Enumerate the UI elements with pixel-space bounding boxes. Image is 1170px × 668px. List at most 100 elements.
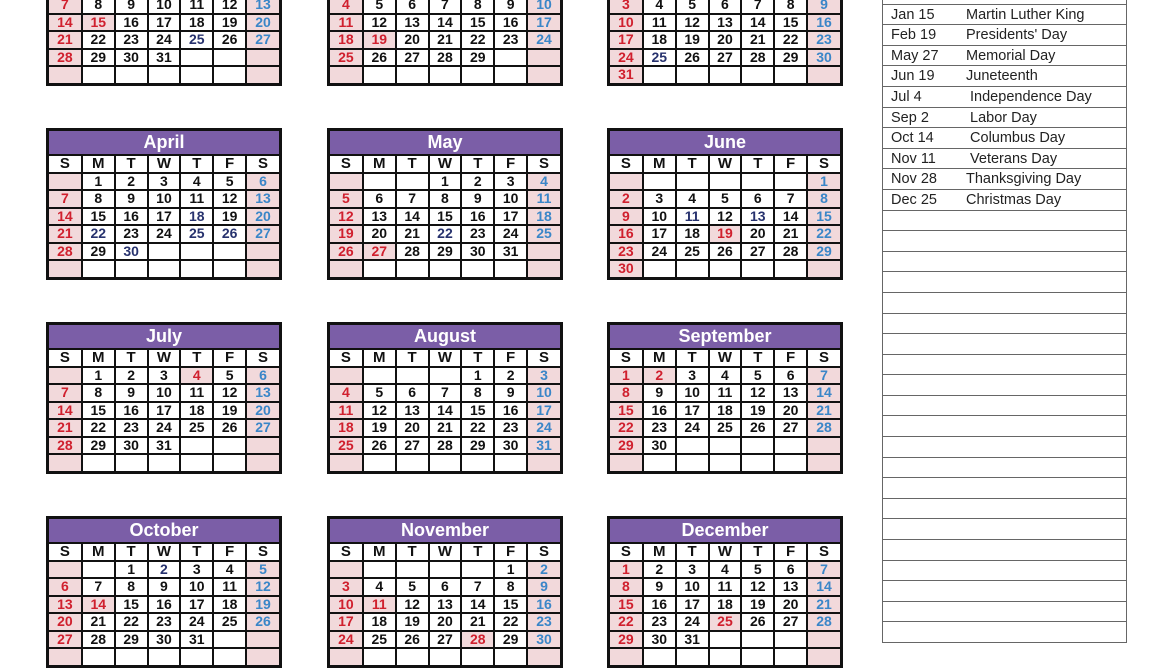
day-cell: 3 xyxy=(641,189,677,209)
empty-cell xyxy=(361,559,397,579)
empty-cell xyxy=(674,453,710,471)
day-cell: 12 xyxy=(245,577,279,597)
day-cell: 24 xyxy=(146,30,182,50)
weekday-header: S xyxy=(806,544,840,562)
weekday-header: W xyxy=(427,156,463,174)
weekday-header: T xyxy=(394,156,430,174)
weekday-header: F xyxy=(212,350,248,368)
empty-cell xyxy=(460,259,496,277)
weekday-header: S xyxy=(49,350,83,368)
month-title: April xyxy=(49,131,279,156)
empty-cell xyxy=(610,171,644,191)
empty-cell xyxy=(212,629,248,649)
holiday-row xyxy=(883,231,1126,252)
holiday-row xyxy=(883,561,1126,582)
weekday-header: S xyxy=(49,156,83,174)
day-cell: 4 xyxy=(179,171,215,191)
day-cell: 5 xyxy=(212,365,248,385)
day-cell: 23 xyxy=(460,224,496,244)
empty-cell xyxy=(113,259,149,277)
holiday-date: Nov 28 xyxy=(891,171,937,188)
empty-cell xyxy=(641,65,677,83)
day-cell: 18 xyxy=(707,400,743,420)
day-cell: 21 xyxy=(80,612,116,632)
empty-cell xyxy=(113,647,149,665)
day-cell: 18 xyxy=(674,224,710,244)
day-cell: 20 xyxy=(773,594,809,614)
day-cell: 22 xyxy=(773,30,809,50)
weekday-header: M xyxy=(641,350,677,368)
month-title: December xyxy=(610,519,840,544)
holiday-name: Thanksgiving Day xyxy=(966,171,1082,188)
day-cell: 23 xyxy=(113,418,149,438)
holiday-name: Veterans Day xyxy=(966,150,1058,167)
day-cell: 30 xyxy=(146,629,182,649)
empty-cell xyxy=(394,171,430,191)
weekday-header: T xyxy=(674,544,710,562)
day-cell: 8 xyxy=(80,0,116,15)
day-cell: 14 xyxy=(49,400,83,420)
empty-cell xyxy=(610,453,644,471)
holiday-row xyxy=(883,499,1126,520)
day-cell: 11 xyxy=(179,0,215,15)
empty-cell xyxy=(460,65,496,83)
day-cell: 23 xyxy=(641,612,677,632)
empty-cell xyxy=(773,171,809,191)
empty-cell xyxy=(49,259,83,277)
weekday-header: T xyxy=(740,156,776,174)
empty-cell xyxy=(526,647,560,665)
weekday-header: S xyxy=(330,544,364,562)
day-cell: 15 xyxy=(80,206,116,226)
day-cell: 9 xyxy=(610,206,644,226)
day-cell: 11 xyxy=(707,383,743,403)
weekday-header: S xyxy=(330,156,364,174)
day-cell: 14 xyxy=(806,577,840,597)
day-cell: 4 xyxy=(707,559,743,579)
empty-cell xyxy=(146,259,182,277)
holiday-list: Jan 15 Martin Luther King Feb 19 Presidents… xyxy=(882,0,1127,643)
day-cell: 9 xyxy=(113,383,149,403)
day-cell: 10 xyxy=(146,383,182,403)
day-cell: 20 xyxy=(773,400,809,420)
day-cell: 11 xyxy=(526,189,560,209)
day-cell: 22 xyxy=(427,224,463,244)
day-cell: 18 xyxy=(330,30,364,50)
day-cell: 26 xyxy=(212,418,248,438)
day-cell: 2 xyxy=(113,171,149,191)
weekday-header: S xyxy=(49,544,83,562)
weekday-header: S xyxy=(526,544,560,562)
day-cell: 15 xyxy=(460,400,496,420)
day-cell: 4 xyxy=(526,171,560,191)
empty-cell xyxy=(361,365,397,385)
day-cell: 17 xyxy=(493,206,529,226)
empty-cell xyxy=(493,259,529,277)
day-cell: 4 xyxy=(330,383,364,403)
day-cell: 23 xyxy=(806,30,840,50)
day-cell: 3 xyxy=(179,559,215,579)
day-cell: 6 xyxy=(245,365,279,385)
holiday-row: Feb 19 Presidents' Day xyxy=(883,25,1126,46)
weekday-header: T xyxy=(113,350,149,368)
weekday-header: S xyxy=(610,156,644,174)
day-cell: 31 xyxy=(610,65,644,83)
holiday-row xyxy=(883,540,1126,561)
day-cell: 28 xyxy=(806,612,840,632)
weekday-header: M xyxy=(80,544,116,562)
month-august: August S M T W T F S 1 2 3 4 5 6 7 8 9 10 11 12 13 14 15 16 17 18… xyxy=(327,322,563,474)
day-cell: 8 xyxy=(113,577,149,597)
holiday-row xyxy=(883,458,1126,479)
day-cell: 11 xyxy=(361,594,397,614)
day-cell: 9 xyxy=(806,0,840,15)
day-cell: 27 xyxy=(245,224,279,244)
day-cell: 28 xyxy=(806,418,840,438)
weekday-header: T xyxy=(674,156,710,174)
weekday-header: M xyxy=(641,544,677,562)
day-cell: 19 xyxy=(394,612,430,632)
day-cell: 5 xyxy=(361,0,397,15)
day-cell: 31 xyxy=(526,435,560,455)
empty-cell xyxy=(526,453,560,471)
day-cell: 23 xyxy=(493,418,529,438)
empty-cell xyxy=(674,65,710,83)
day-cell: 22 xyxy=(80,30,116,50)
day-cell: 5 xyxy=(361,383,397,403)
